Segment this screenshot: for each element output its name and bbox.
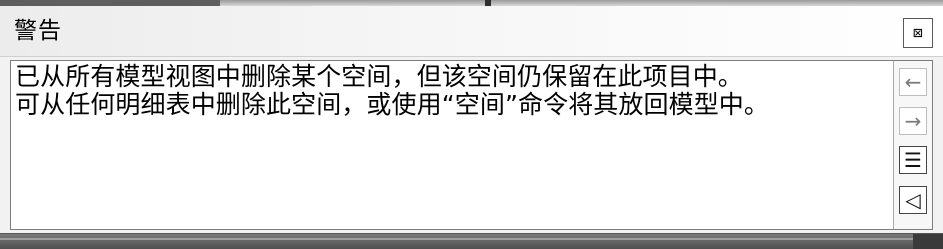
previous-message-button[interactable]: ←	[899, 68, 927, 96]
message-panel: 已从所有模型视图中删除某个空间，但该空间仍保留在此项目中。 可从任何明细表中删除…	[10, 60, 893, 230]
close-button[interactable]: ⊠	[903, 18, 933, 48]
message-navigation-controls: ← → ☰ ◁	[893, 60, 933, 230]
speaker-icon: ◁	[905, 188, 921, 212]
dialog-title-bar: 警告 ⊠	[0, 6, 943, 57]
message-line-1: 已从所有模型视图中删除某个空间，但该空间仍保留在此项目中。	[15, 62, 743, 91]
next-message-button[interactable]: →	[899, 107, 927, 135]
dialog-title: 警告	[14, 18, 62, 44]
sound-button[interactable]: ◁	[899, 186, 927, 214]
list-icon: ☰	[904, 148, 922, 172]
arrow-left-icon: ←	[904, 70, 922, 94]
message-line-2: 可从任何明细表中删除此空间，或使用“空间”命令将其放回模型中。	[15, 90, 770, 119]
details-button[interactable]: ☰	[899, 146, 927, 174]
arrow-right-icon: →	[904, 109, 922, 133]
close-icon: ⊠	[913, 23, 923, 42]
bottom-window-edge	[0, 233, 943, 249]
warning-dialog: 警告 ⊠ 已从所有模型视图中删除某个空间，但该空间仍保留在此项目中。 可从任何明…	[0, 0, 943, 249]
